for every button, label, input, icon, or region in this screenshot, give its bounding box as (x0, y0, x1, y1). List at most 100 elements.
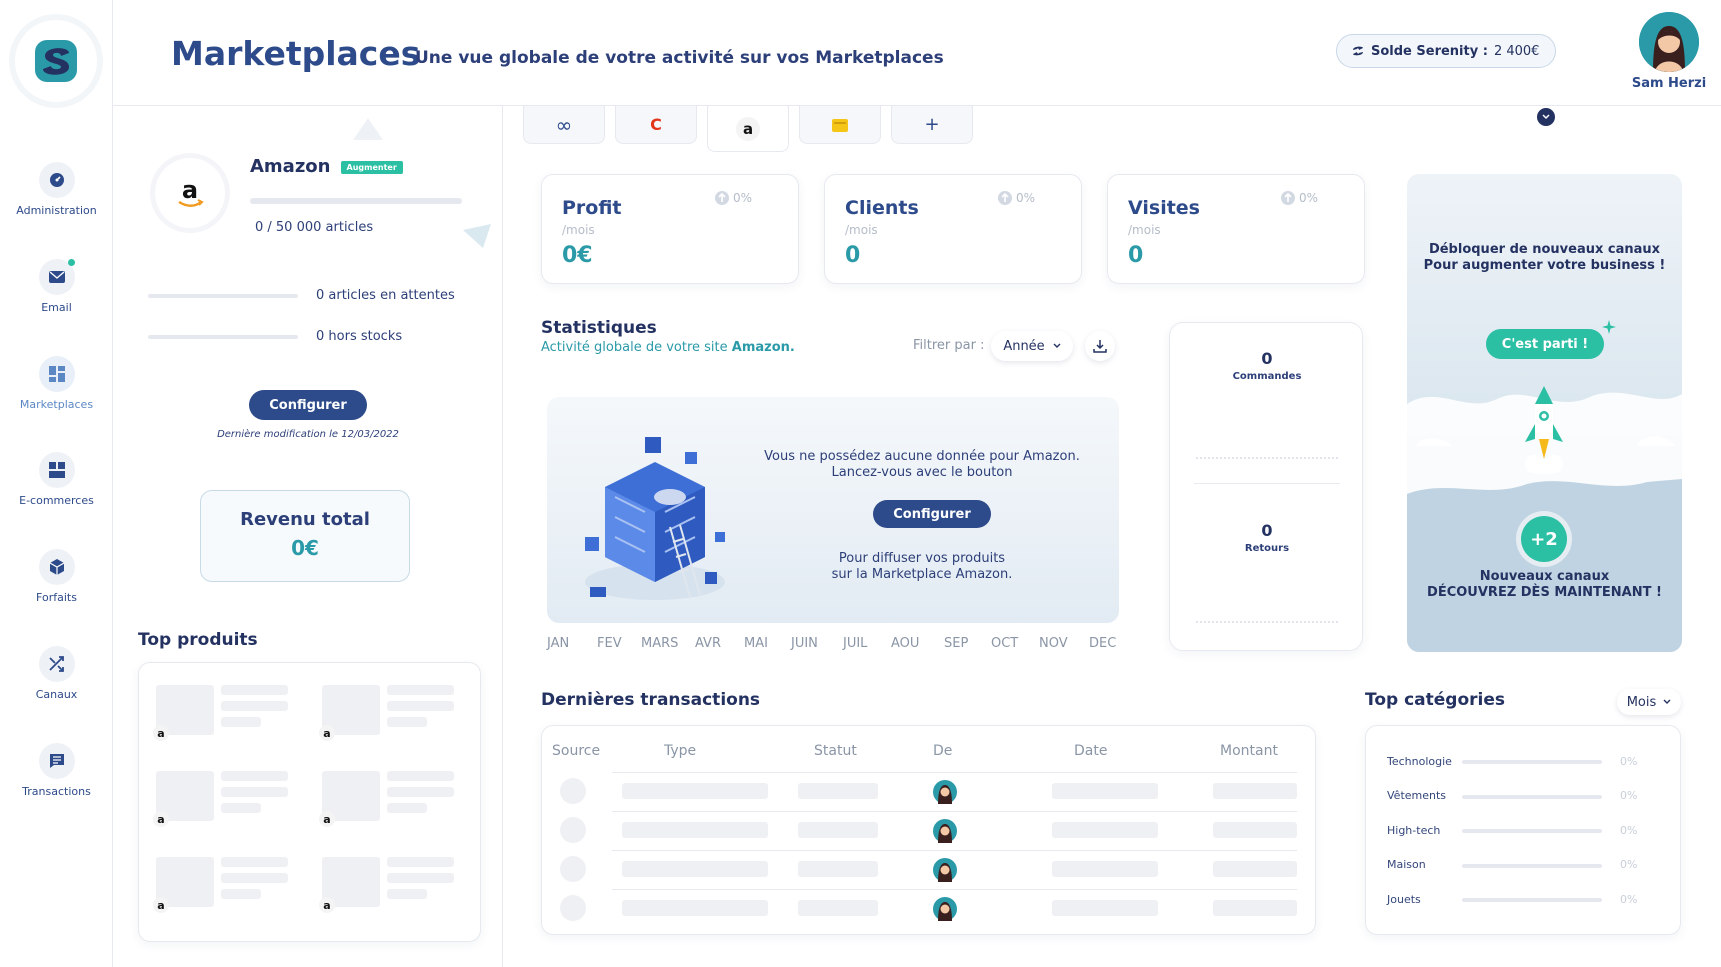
new-channels-count: +2 (1521, 516, 1567, 562)
amazon-icon: a (319, 725, 335, 741)
column-header[interactable]: Montant (1220, 743, 1278, 759)
table-row[interactable] (560, 856, 1297, 884)
table-row[interactable] (560, 778, 1297, 806)
column-header[interactable]: De (933, 743, 952, 759)
balance-value: 2 400€ (1493, 43, 1540, 59)
table-row[interactable] (560, 895, 1297, 923)
source-placeholder (560, 895, 586, 921)
top-products-title: Top produits (138, 630, 258, 650)
row-divider (612, 889, 1297, 890)
empty-line: sur la Marketplace Amazon. (831, 567, 1013, 582)
revenue-value: 0€ (291, 536, 319, 560)
nav-item-canaux[interactable]: Canaux (0, 646, 113, 701)
page-header: Marketplaces Une vue globale de votre ac… (113, 0, 1721, 106)
filter-label: Filtrer par : (913, 338, 985, 353)
cta-button[interactable]: C'est parti ! (1486, 329, 1604, 359)
user-name: Sam Herzi (1631, 76, 1707, 91)
top-products-card: a a a a a a (138, 662, 481, 942)
nav-item-email[interactable]: Email (0, 259, 113, 314)
chevron-down-icon[interactable] (1537, 108, 1555, 126)
marketplace-panel: a Amazon Augmenter 0 / 50 000 articles 0 … (113, 106, 503, 967)
tab-folder[interactable] (799, 106, 881, 144)
user-menu[interactable]: Sam Herzi (1629, 12, 1709, 91)
promo-line: DÉCOUVREZ DÈS MAINTENANT ! (1427, 585, 1662, 600)
amazon-icon: a (736, 116, 760, 141)
stat-card-profit: Profit /mois 0€ 0% (541, 174, 799, 284)
category-label: High-tech (1387, 824, 1441, 837)
download-icon (1093, 340, 1107, 353)
nav-label: Transactions (22, 785, 91, 798)
skeleton-cell (1052, 861, 1158, 877)
articles-count: 0 / 50 000 articles (255, 220, 374, 235)
skeleton-cell (1213, 783, 1297, 799)
category-row: Jouets (1387, 893, 1421, 906)
mail-icon (38, 259, 75, 295)
stat-value: 0€ (562, 243, 593, 268)
month-label: SEP (944, 636, 969, 651)
empty-message-2: Pour diffuser vos produits sur la Market… (757, 551, 1087, 583)
category-row: High-tech (1387, 824, 1440, 837)
category-pct: 0% (1620, 858, 1638, 871)
upgrade-badge[interactable]: Augmenter (340, 160, 403, 174)
category-bar (1462, 795, 1602, 799)
stat-trend: 0% (1280, 191, 1318, 205)
skeleton-line (221, 857, 288, 867)
nav-item-ecommerces[interactable]: E-commerces (0, 452, 113, 507)
column-header[interactable]: Source (552, 743, 600, 759)
amazon-icon: a (153, 811, 169, 827)
month-label: AOU (891, 636, 920, 651)
nav-label: Forfaits (36, 591, 77, 604)
month-label: JAN (547, 636, 570, 651)
month-label: DEC (1089, 636, 1117, 651)
column-header[interactable]: Statut (814, 743, 857, 759)
last-modified: Dernière modification le 12/03/2022 (217, 429, 399, 440)
promo-heading: Débloquer de nouveaux canaux Pour augmen… (1407, 242, 1682, 274)
empty-line: Vous ne possédez aucune donnée pour Amaz… (764, 449, 1080, 464)
empty-configure-button[interactable]: Configurer (873, 500, 991, 528)
skeleton-line (221, 873, 288, 883)
configure-button[interactable]: Configurer (249, 390, 367, 420)
orders-value: 0 (1261, 349, 1273, 368)
tab-all[interactable]: ∞ (523, 106, 605, 144)
app-logo[interactable] (15, 20, 97, 102)
serenity-icon (1353, 46, 1363, 56)
infinity-icon: ∞ (555, 112, 573, 137)
transactions-title: Dernières transactions (541, 690, 761, 710)
month-filter-select[interactable]: Mois (1617, 689, 1681, 715)
skeleton-line (221, 803, 261, 813)
skeleton-cell (798, 783, 878, 799)
amazon-icon: a (319, 897, 335, 913)
month-label: MAI (744, 636, 768, 651)
nav-item-marketplaces[interactable]: Marketplaces (0, 356, 113, 411)
skeleton-line (221, 717, 261, 727)
skeleton-cell (622, 861, 768, 877)
empty-message: Vous ne possédez aucune donnée pour Amaz… (757, 449, 1087, 481)
nav-item-administration[interactable]: Administration (0, 162, 113, 217)
returns-value: 0 (1261, 521, 1273, 540)
column-header[interactable]: Type (664, 743, 696, 759)
orders-card: 0 Commandes 0 Retours (1169, 322, 1363, 651)
month-label: NOV (1039, 636, 1068, 651)
category-bar (1462, 760, 1602, 764)
month-label: MARS (641, 636, 679, 651)
revenue-card: Revenu total 0€ (200, 490, 410, 582)
month-label: JUIN (791, 636, 818, 651)
balance-pill[interactable]: Solde Serenity : 2 400€ (1336, 34, 1557, 68)
download-button[interactable] (1085, 331, 1115, 361)
tab-cdiscount[interactable]: C (615, 106, 697, 144)
month-label: OCT (991, 636, 1019, 651)
category-label: Maison (1387, 858, 1426, 871)
column-header[interactable]: Date (1074, 743, 1107, 759)
year-filter-select[interactable]: Année (991, 331, 1073, 361)
tab-add[interactable]: + (891, 106, 973, 144)
tab-amazon[interactable]: a (707, 106, 789, 152)
svg-text:a: a (182, 176, 198, 204)
skeleton-line (221, 701, 288, 711)
filter-value: Mois (1626, 694, 1657, 710)
category-pct: 0% (1620, 824, 1638, 837)
nav-item-transactions[interactable]: Transactions (0, 743, 113, 798)
table-row[interactable] (560, 817, 1297, 845)
stat-unit: /mois (562, 223, 595, 237)
nav-item-forfaits[interactable]: Forfaits (0, 549, 113, 604)
category-row: Maison (1387, 858, 1426, 871)
